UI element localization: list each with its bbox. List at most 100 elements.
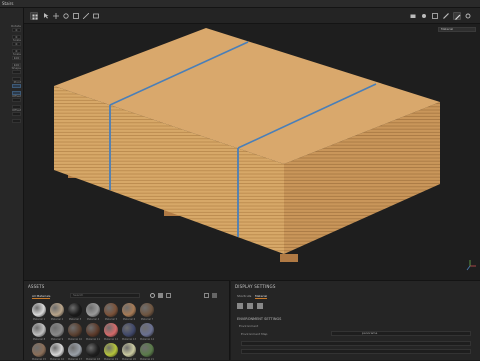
property-row: Rotate 0: [1, 24, 23, 33]
material-mode-button[interactable]: [453, 12, 461, 20]
render-button[interactable]: [431, 12, 439, 20]
material-swatch[interactable]: [140, 343, 154, 357]
app-title: Stairs: [2, 1, 14, 6]
material-swatch[interactable]: [122, 323, 136, 337]
material-swatch[interactable]: [86, 303, 100, 317]
display-icon-1[interactable]: [237, 303, 243, 309]
plywood-stack-render: [54, 28, 476, 271]
property-field[interactable]: [12, 70, 21, 74]
rotate-icon: [63, 13, 69, 19]
env-section-title: ENVIRONMENT SETTINGS: [237, 317, 282, 321]
search-input[interactable]: Search: [70, 293, 140, 298]
material-swatch[interactable]: [32, 343, 46, 357]
settings-button[interactable]: [464, 12, 472, 20]
paint-button[interactable]: [442, 12, 450, 20]
gear-icon: [465, 13, 471, 19]
assets-title: ASSETS: [28, 284, 45, 289]
material-label: Material 6: [122, 318, 136, 321]
property-field[interactable]: 100: [12, 56, 21, 60]
material-swatch[interactable]: [104, 343, 118, 357]
3d-viewport[interactable]: Material: [24, 24, 480, 280]
property-row: Offset: [1, 94, 23, 103]
env-map-field[interactable]: panorama: [331, 331, 471, 336]
material-swatch[interactable]: [140, 303, 154, 317]
material-swatch[interactable]: [50, 323, 64, 337]
display-title: DISPLAY SETTINGS: [235, 284, 276, 289]
tab-material[interactable]: Material: [255, 294, 268, 299]
material-icon[interactable]: [158, 293, 163, 298]
move-icon: [53, 13, 59, 19]
property-row: Pivot: [1, 80, 23, 89]
env-rotation-slider[interactable]: [241, 349, 471, 354]
render-icon: [432, 13, 438, 19]
material-label: Material 7: [140, 318, 154, 321]
material-swatch[interactable]: [32, 303, 46, 317]
material-swatch[interactable]: [104, 323, 118, 337]
frame-icon: [93, 13, 99, 19]
property-field[interactable]: [12, 112, 21, 116]
settings-icon[interactable]: [212, 293, 217, 298]
property-field[interactable]: 0: [12, 42, 21, 46]
material-swatch[interactable]: [86, 343, 100, 357]
frame-tool-button[interactable]: [92, 12, 100, 20]
property-row: [1, 119, 23, 124]
scale-icon: [73, 13, 79, 19]
light-icon: [422, 14, 426, 18]
material-swatch[interactable]: [104, 303, 118, 317]
material-label: Material 9: [50, 338, 64, 341]
property-field[interactable]: 0: [12, 28, 21, 32]
material-swatch[interactable]: [140, 323, 154, 337]
property-field[interactable]: [12, 98, 21, 102]
property-row: Offset: [1, 108, 23, 117]
cursor-icon: [44, 13, 49, 19]
light-button[interactable]: [420, 12, 428, 20]
property-row: Scale 100: [1, 52, 23, 61]
scale-tool-button[interactable]: [72, 12, 80, 20]
material-swatch[interactable]: [50, 303, 64, 317]
env-map-label: Environment Map: [241, 332, 268, 336]
material-swatch[interactable]: [68, 323, 82, 337]
material-swatch[interactable]: [32, 323, 46, 337]
tab-shortcuts[interactable]: Shortcuts: [237, 294, 251, 298]
grid-icon: [32, 14, 38, 20]
property-row: Shape: [1, 66, 23, 75]
brush-icon: [443, 13, 449, 19]
material-swatch[interactable]: [68, 303, 82, 317]
select-tool-button[interactable]: [42, 12, 50, 20]
pencil-icon: [455, 14, 461, 20]
viewport-toolbar: [24, 8, 480, 24]
texture-icon[interactable]: [166, 293, 171, 298]
import-icon[interactable]: [204, 293, 209, 298]
material-label: Material 12: [103, 338, 119, 341]
display-icon-3[interactable]: [257, 303, 263, 309]
snap-icon: [83, 13, 89, 19]
property-field[interactable]: [12, 84, 21, 88]
assets-panel: ASSETS All Materials Search Material 1 Ma…: [24, 280, 230, 361]
tab-all-materials[interactable]: All Materials: [32, 294, 51, 299]
material-label: Material 2: [50, 318, 64, 321]
material-label: Material 11: [85, 338, 101, 341]
camera-button[interactable]: [409, 12, 417, 20]
move-tool-button[interactable]: [52, 12, 60, 20]
axis-gizmo: [466, 260, 476, 271]
display-icon-2[interactable]: [247, 303, 253, 309]
properties-panel: Rotate 0 0 Scale 0 0 Scale 100 100 Shape Pivot Offs…: [0, 8, 24, 360]
material-swatch[interactable]: [86, 323, 100, 337]
material-label: Material 10: [67, 338, 83, 341]
rotate-tool-button[interactable]: [62, 12, 70, 20]
material-label: Material 5: [104, 318, 118, 321]
property-field[interactable]: [12, 119, 21, 123]
material-label: Material 8: [32, 338, 46, 341]
material-swatch[interactable]: [50, 343, 64, 357]
grid-view-button[interactable]: [30, 12, 38, 20]
property-row: Scale 0: [1, 38, 23, 47]
material-swatch[interactable]: [68, 343, 82, 357]
material-label: Material 3: [68, 318, 82, 321]
env-slider[interactable]: [241, 341, 471, 346]
title-bar: Stairs: [0, 0, 480, 8]
snap-tool-button[interactable]: [82, 12, 90, 20]
pallet-block: [280, 254, 298, 262]
filter-icon[interactable]: [150, 293, 155, 298]
material-swatch[interactable]: [122, 343, 136, 357]
material-swatch[interactable]: [122, 303, 136, 317]
